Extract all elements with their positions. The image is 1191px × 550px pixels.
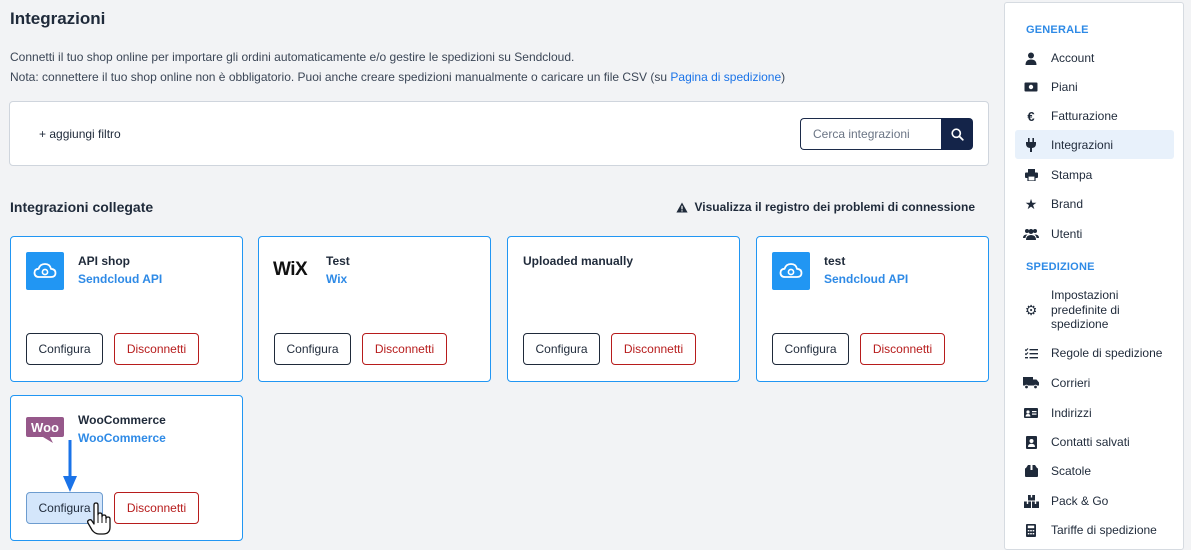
sidebar-item-piani[interactable]: Piani <box>1015 76 1174 98</box>
integration-type: Wix <box>326 272 348 286</box>
main-content: Integrazioni Connetti il tuo shop online… <box>0 0 1000 550</box>
page-title: Integrazioni <box>10 9 106 28</box>
search-button[interactable] <box>941 118 973 150</box>
disconnect-button[interactable]: Disconnetti <box>860 333 945 365</box>
boxes-icon <box>1023 494 1039 508</box>
warning-icon <box>676 202 689 212</box>
disconnect-button[interactable]: Disconnetti <box>611 333 696 365</box>
calculator-icon <box>1023 523 1039 537</box>
disconnect-button[interactable]: Disconnetti <box>114 333 199 365</box>
list-check-icon <box>1023 347 1039 359</box>
wix-logo: WiX <box>273 259 308 280</box>
integration-card-test-wix: WiX Test Wix Configura Disconnetti <box>258 236 491 382</box>
search-icon <box>950 127 964 141</box>
integration-name: Uploaded manually <box>523 254 634 268</box>
disconnect-button[interactable]: Disconnetti <box>362 333 447 365</box>
configure-button[interactable]: Configura <box>523 333 600 365</box>
money-icon <box>1023 82 1039 92</box>
integration-name: test <box>824 254 846 268</box>
star-icon: ★ <box>1024 195 1038 212</box>
arrow-down-icon <box>63 440 77 492</box>
truck-icon <box>1023 377 1039 389</box>
sidebar-item-stampa[interactable]: Stampa <box>1015 164 1174 186</box>
settings-sidebar: GENERALE Account Piani € Fatturazione In… <box>1004 2 1184 550</box>
woo-logo-text: Woo <box>31 420 59 435</box>
box-icon <box>1023 465 1039 477</box>
configure-button[interactable]: Configura <box>274 333 351 365</box>
sidebar-item-utenti[interactable]: Utenti <box>1015 223 1174 245</box>
printer-icon <box>1023 169 1039 181</box>
filter-bar: + aggiungi filtro <box>9 101 989 166</box>
shipping-page-link[interactable]: Pagina di spedizione <box>670 70 781 84</box>
contact-book-icon <box>1023 435 1039 449</box>
integration-type: Sendcloud API <box>824 272 909 286</box>
integration-card-test-sendcloud: test Sendcloud API Configura Disconnetti <box>756 236 989 382</box>
sidebar-item-account[interactable]: Account <box>1015 47 1174 69</box>
hand-pointer-icon <box>87 502 111 535</box>
users-icon <box>1023 228 1039 240</box>
sidebar-item-integrazioni[interactable]: Integrazioni <box>1015 130 1174 159</box>
sidebar-item-boxes[interactable]: Scatole <box>1015 460 1174 482</box>
integration-card-api-shop: API shop Sendcloud API Configura Disconn… <box>10 236 243 382</box>
integration-name: API shop <box>78 254 131 268</box>
sidebar-item-addresses[interactable]: Indirizzi <box>1015 402 1174 424</box>
id-card-icon <box>1023 408 1039 418</box>
integration-name: Test <box>326 254 350 268</box>
plug-icon <box>1023 137 1039 152</box>
sidebar-item-brand[interactable]: ★ Brand <box>1015 193 1174 215</box>
woocommerce-logo: Woo <box>25 416 65 444</box>
integration-card-woocommerce: Woo WooCommerce WooCommerce Configura Di… <box>10 395 243 541</box>
search-input[interactable] <box>800 118 942 150</box>
sidebar-item-pack-go[interactable]: Pack & Go <box>1015 490 1174 512</box>
integration-type: Sendcloud API <box>78 272 163 286</box>
sidebar-item-shipping-rates[interactable]: Tariffe di spedizione <box>1015 519 1174 541</box>
user-icon <box>1023 52 1039 65</box>
sendcloud-cloud-icon <box>26 252 64 290</box>
integration-card-uploaded-manually: Uploaded manually Configura Disconnetti <box>507 236 740 382</box>
sendcloud-cloud-icon <box>772 252 810 290</box>
configure-button[interactable]: Configura <box>772 333 849 365</box>
sidebar-heading-shipping: SPEDIZIONE <box>1026 261 1095 273</box>
integration-name: WooCommerce <box>78 413 166 427</box>
page-note: Nota: connettere il tuo shop online non … <box>10 70 786 84</box>
page-description: Connetti il tuo shop online per importar… <box>10 50 575 64</box>
gear-icon: ⚙ <box>1024 301 1038 318</box>
sidebar-item-saved-contacts[interactable]: Contatti salvati <box>1015 431 1174 453</box>
sidebar-item-couriers[interactable]: Corrieri <box>1015 372 1174 394</box>
connected-integrations-title: Integrazioni collegate <box>10 199 154 215</box>
configure-button[interactable]: Configura <box>26 333 103 365</box>
sidebar-heading-general: GENERALE <box>1026 24 1089 36</box>
euro-icon: € <box>1027 108 1035 124</box>
search-group <box>800 118 973 150</box>
sidebar-item-fatturazione[interactable]: € Fatturazione <box>1015 105 1174 127</box>
sidebar-item-shipping-rules[interactable]: Regole di spedizione <box>1015 342 1174 364</box>
sidebar-item-shipping-defaults[interactable]: ⚙ Impostazioni predefinite di spedizione <box>1015 287 1174 333</box>
connection-log-link[interactable]: Visualizza il registro dei problemi di c… <box>676 200 975 214</box>
disconnect-button[interactable]: Disconnetti <box>114 492 199 524</box>
add-filter-button[interactable]: + aggiungi filtro <box>39 127 121 141</box>
integration-type: WooCommerce <box>78 431 166 445</box>
